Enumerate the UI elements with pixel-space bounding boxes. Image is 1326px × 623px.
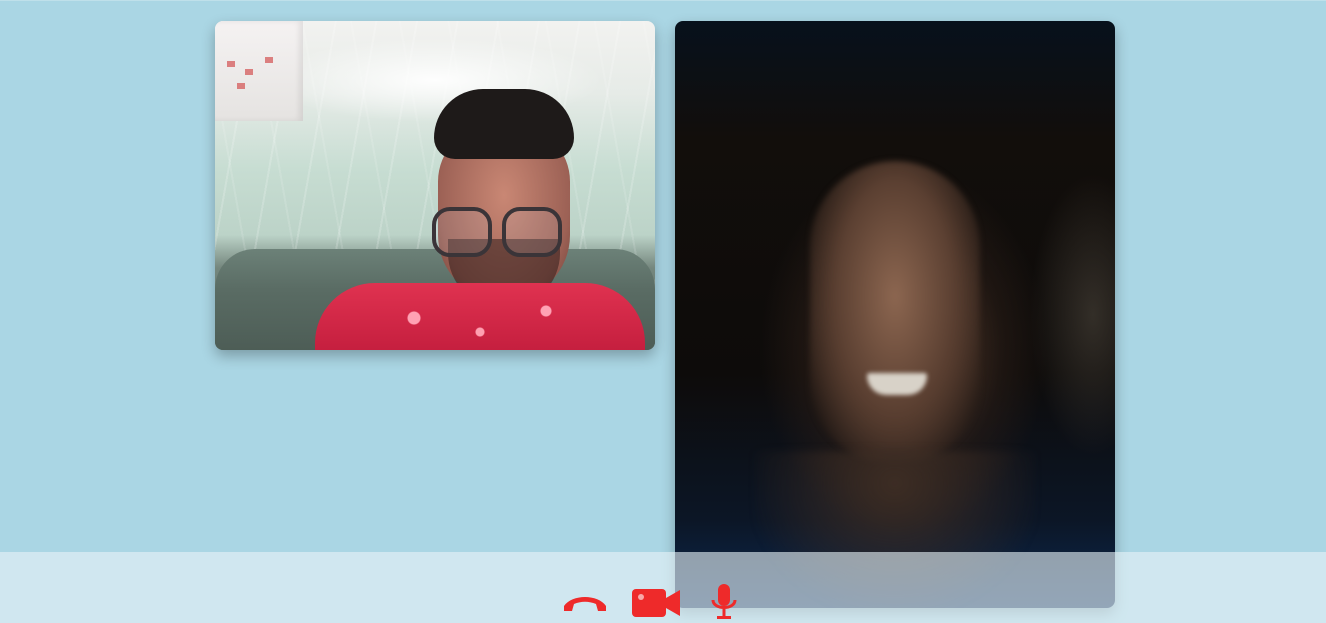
local-video [215, 21, 655, 350]
remote-participant [810, 161, 980, 461]
hangup-button[interactable] [562, 580, 608, 620]
video-camera-icon [632, 589, 680, 617]
remote-video [675, 21, 1115, 608]
microphone-icon [711, 584, 737, 619]
phone-hangup-icon [564, 597, 606, 611]
top-border [0, 0, 1326, 1]
call-controls [558, 580, 748, 620]
mic-toggle-button[interactable] [708, 580, 740, 620]
wall-calendar [215, 21, 303, 121]
red-shirt [315, 283, 645, 350]
camera-toggle-button[interactable] [631, 580, 681, 620]
